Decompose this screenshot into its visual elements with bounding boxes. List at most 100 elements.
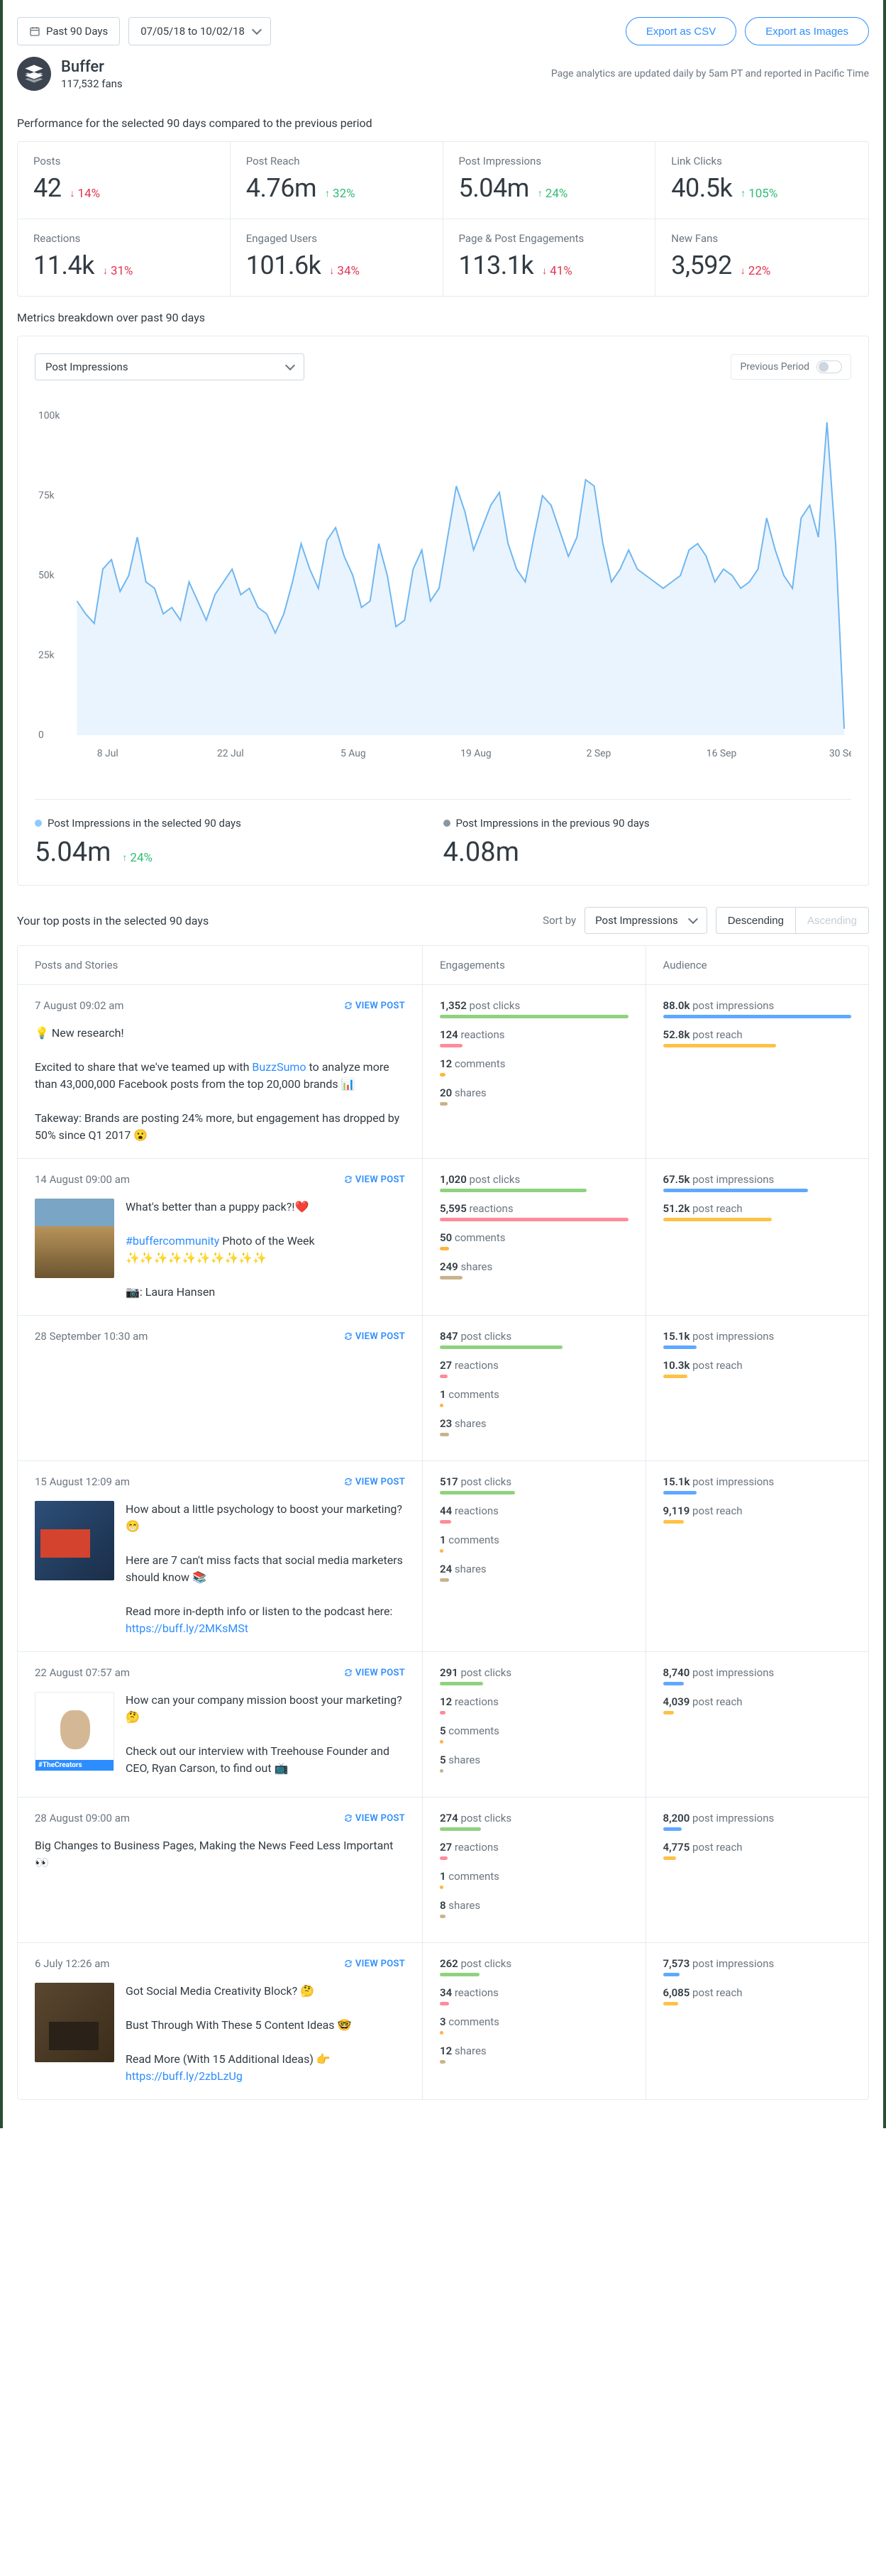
svg-text:22 Jul: 22 Jul [217, 748, 244, 759]
metric-delta: ↓ 41% [542, 264, 572, 278]
view-post-button[interactable]: VIEW POST [344, 1331, 405, 1342]
post-text: How about a little psychology to boost y… [126, 1501, 405, 1637]
stat-item: 27 reactions [440, 1359, 628, 1378]
post-text: 💡 New research! Excited to share that we… [35, 1025, 405, 1144]
post-timestamp: 7 August 09:02 am [35, 999, 124, 1012]
refresh-icon [344, 1332, 353, 1341]
post-timestamp: 15 August 12:09 am [35, 1475, 130, 1488]
post-row: 28 September 10:30 am VIEW POST 847 post… [18, 1316, 868, 1461]
metric-cell: Reactions 11.4k ↓ 31% [18, 219, 231, 296]
view-post-button[interactable]: VIEW POST [344, 1174, 405, 1185]
stat-item: 12 shares [440, 2044, 628, 2064]
sort-descending-button[interactable]: Descending [716, 907, 796, 934]
view-post-button[interactable]: VIEW POST [344, 1959, 405, 1969]
view-post-button[interactable]: VIEW POST [344, 1668, 405, 1678]
stat-item: 44 reactions [440, 1504, 628, 1524]
metric-delta: ↓ 14% [70, 187, 100, 201]
stat-item: 3 comments [440, 2015, 628, 2035]
metric-label: Post Impressions [459, 155, 640, 167]
stat-item: 1 comments [440, 1388, 628, 1407]
breakdown-metric-select[interactable]: Post Impressions [35, 353, 304, 380]
svg-text:2 Sep: 2 Sep [587, 748, 611, 759]
top-posts-title: Your top posts in the selected 90 days [17, 914, 209, 928]
breakdown-metric-value: Post Impressions [45, 360, 128, 373]
metric-label: Link Clicks [671, 155, 853, 167]
metric-label: Posts [33, 155, 214, 167]
metric-value: 4.76m [246, 173, 316, 203]
stat-item: 5,595 reactions [440, 1202, 628, 1221]
metric-cell: Post Impressions 5.04m ↑ 24% [443, 142, 656, 219]
export-csv-button[interactable]: Export as CSV [626, 17, 736, 45]
previous-period-toggle[interactable] [816, 360, 842, 373]
metric-label: Reactions [33, 232, 214, 245]
metric-label: Page & Post Engagements [459, 232, 640, 245]
view-post-button[interactable]: VIEW POST [344, 1477, 405, 1487]
svg-text:8 Jul: 8 Jul [97, 748, 118, 759]
svg-text:19 Aug: 19 Aug [460, 748, 491, 759]
stat-item: 34 reactions [440, 1986, 628, 2005]
breakdown-section-title: Metrics breakdown over past 90 days [3, 297, 883, 336]
metric-cell: Posts 42 ↓ 14% [18, 142, 231, 219]
view-post-button[interactable]: VIEW POST [344, 1813, 405, 1824]
date-range-preset-label: Past 90 Days [46, 25, 108, 38]
stat-item: 15.1k post impressions [663, 1330, 852, 1349]
stat-item: 15.1k post impressions [663, 1475, 852, 1495]
view-post-button[interactable]: VIEW POST [344, 1001, 405, 1011]
post-thumbnail [35, 1199, 114, 1278]
post-timestamp: 22 August 07:57 am [35, 1666, 130, 1679]
sort-ascending-button[interactable]: Ascending [796, 907, 869, 934]
stat-item: 262 post clicks [440, 1957, 628, 1976]
metric-value: 42 [33, 173, 61, 203]
svg-text:25k: 25k [38, 649, 55, 661]
stat-item: 52.8k post reach [663, 1028, 852, 1047]
stat-item: 9,119 post reach [663, 1504, 852, 1524]
stat-item: 8,200 post impressions [663, 1812, 852, 1831]
stat-item: 517 post clicks [440, 1475, 628, 1495]
stat-item: 27 reactions [440, 1841, 628, 1860]
date-range-picker-button[interactable]: 07/05/18 to 10/02/18 [128, 17, 271, 45]
footer-previous-value: 4.08m [443, 837, 852, 868]
post-thumbnail [35, 1501, 114, 1580]
sort-metric-select[interactable]: Post Impressions [585, 907, 707, 934]
post-row: 15 August 12:09 am VIEW POST How about a… [18, 1461, 868, 1652]
metric-value: 11.4k [33, 251, 94, 280]
refresh-icon [344, 1175, 353, 1184]
calendar-icon [29, 26, 40, 37]
refresh-icon [344, 1959, 353, 1968]
stat-item: 5 comments [440, 1724, 628, 1744]
post-row: 14 August 09:00 am VIEW POST What's bett… [18, 1159, 868, 1316]
buffer-logo-icon [23, 63, 45, 84]
metric-value: 5.04m [459, 173, 529, 203]
svg-text:75k: 75k [38, 490, 55, 501]
footer-selected-value: 5.04m [35, 837, 111, 868]
top-posts-table: Posts and Stories Engagements Audience 7… [17, 945, 869, 2100]
metric-label: New Fans [671, 232, 853, 245]
metric-cell: Engaged Users 101.6k ↓ 34% [231, 219, 443, 296]
stat-item: 1 comments [440, 1870, 628, 1889]
col-posts-header: Posts and Stories [18, 946, 422, 984]
svg-text:100k: 100k [38, 410, 60, 422]
stat-item: 274 post clicks [440, 1812, 628, 1831]
svg-text:16 Sep: 16 Sep [707, 748, 737, 759]
metric-cell: Page & Post Engagements 113.1k ↓ 41% [443, 219, 656, 296]
stat-item: 4,039 post reach [663, 1695, 852, 1714]
export-images-button[interactable]: Export as Images [745, 17, 869, 45]
account-name: Buffer [61, 58, 123, 76]
account-avatar [17, 57, 51, 91]
metric-delta: ↑ 105% [741, 187, 777, 201]
footer-selected-label: Post Impressions in the selected 90 days [48, 817, 241, 830]
previous-series-dot-icon [443, 820, 450, 827]
post-row: 6 July 12:26 am VIEW POST Got Social Med… [18, 1943, 868, 2099]
metric-label: Post Reach [246, 155, 427, 167]
selected-series-dot-icon [35, 820, 42, 827]
footer-previous-label: Post Impressions in the previous 90 days [456, 817, 650, 830]
breakdown-chart-panel: Post Impressions Previous Period 025k50k… [17, 336, 869, 886]
date-range-preset-button[interactable]: Past 90 Days [17, 17, 120, 45]
refresh-icon [344, 1668, 353, 1677]
stat-item: 8 shares [440, 1899, 628, 1918]
previous-period-toggle-container: Previous Period [731, 354, 851, 380]
metric-cell: Link Clicks 40.5k ↑ 105% [655, 142, 868, 219]
post-text: What's better than a puppy pack?!❤️ #buf… [126, 1199, 405, 1301]
stat-item: 1,352 post clicks [440, 999, 628, 1018]
stat-item: 4,775 post reach [663, 1841, 852, 1860]
